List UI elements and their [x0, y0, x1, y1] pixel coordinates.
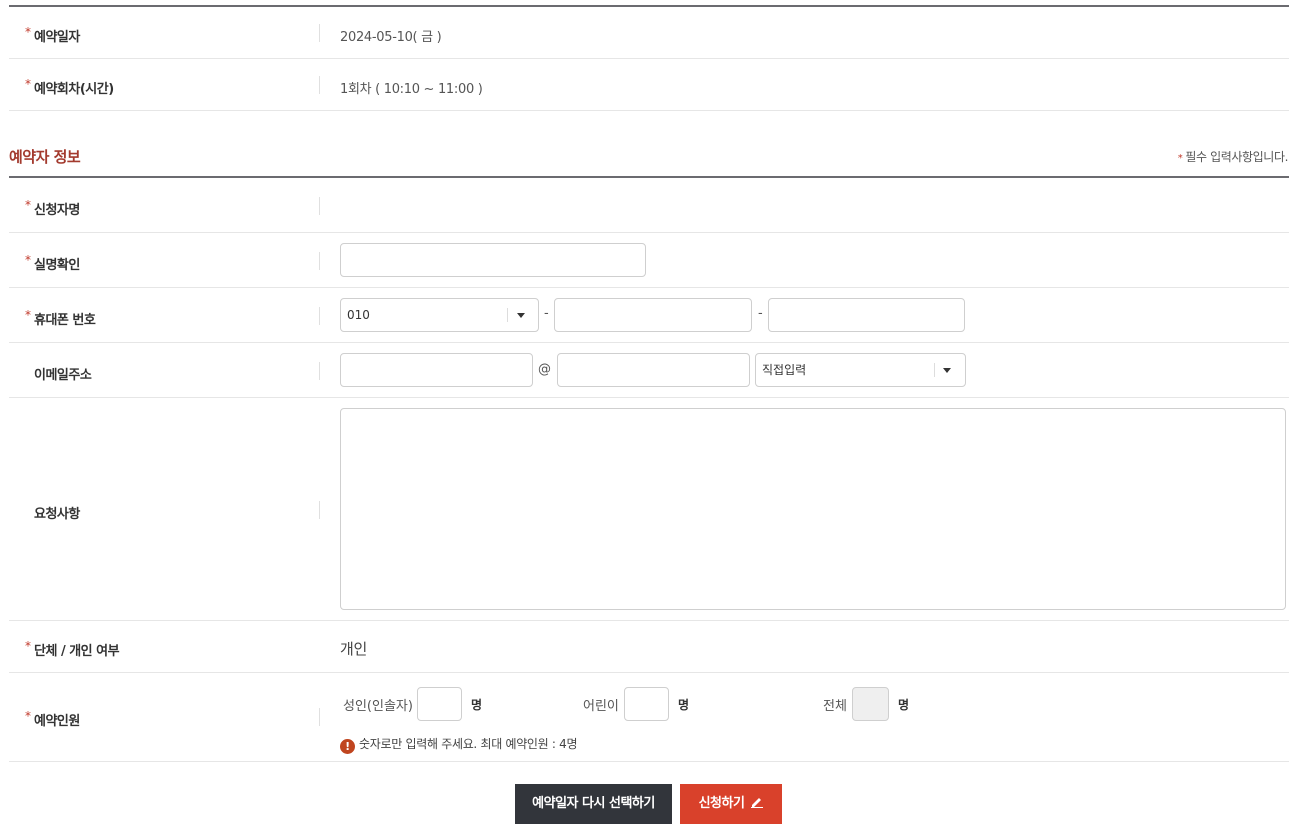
section-title: 예약자 정보 [9, 148, 81, 166]
total-label: 전체 [823, 699, 847, 714]
top-border [9, 5, 1289, 7]
request-textarea[interactable] [340, 408, 1286, 610]
row-divider [9, 761, 1289, 762]
row-divider [9, 58, 1289, 59]
people-notice-text: 숫자로만 입력해 주세요. 최대 예약인원 : 4명 [359, 737, 578, 751]
warning-icon: ! [340, 739, 355, 754]
required-mark: * [25, 25, 31, 39]
row-divider [9, 342, 1289, 343]
row-divider [9, 110, 1289, 111]
email-label: 이메일주소 [34, 368, 92, 383]
select-divider [507, 308, 508, 322]
email-domain-select[interactable]: 직접입력 [755, 353, 966, 387]
session-value: 1회차 ( 10:10 ~ 11:00 ) [340, 82, 483, 97]
required-mark: * [25, 253, 31, 267]
date-value: 2024-05-10( 금 ) [340, 30, 442, 45]
phone-dash: - [544, 306, 549, 321]
applicant-label: 신청자명 [34, 203, 80, 218]
phone-prefix-value: 010 [347, 308, 370, 322]
required-mark: * [25, 198, 31, 212]
required-mark: * [25, 77, 31, 91]
pencil-icon [751, 798, 764, 808]
row-divider [9, 232, 1289, 233]
required-note-text: 필수 입력사항입니다. [1185, 150, 1288, 164]
child-label: 어린이 [583, 699, 619, 714]
row-divider [9, 620, 1289, 621]
required-note: * 필수 입력사항입니다. [1177, 148, 1289, 165]
divider [319, 708, 320, 726]
divider [319, 362, 320, 380]
row-divider [9, 672, 1289, 673]
request-label: 요청사항 [34, 507, 80, 522]
row-divider [9, 397, 1289, 398]
reselect-date-button[interactable]: 예약일자 다시 선택하기 [515, 784, 672, 824]
required-mark: * [25, 709, 31, 723]
email-at: @ [538, 362, 551, 377]
select-divider [934, 363, 935, 377]
divider [319, 501, 320, 519]
adult-unit: 명 [471, 698, 483, 712]
total-count-input [852, 687, 889, 721]
divider [319, 197, 320, 215]
email-domain-input[interactable] [557, 353, 750, 387]
section-border [9, 176, 1289, 178]
email-domain-select-value: 직접입력 [762, 363, 807, 377]
email-id-input[interactable] [340, 353, 533, 387]
child-unit: 명 [678, 698, 690, 712]
phone-last-input[interactable] [768, 298, 965, 332]
adult-count-input[interactable] [417, 687, 462, 721]
realname-input[interactable] [340, 243, 646, 277]
phone-prefix-select[interactable]: 010 [340, 298, 539, 332]
divider [319, 76, 320, 94]
phone-middle-input[interactable] [554, 298, 752, 332]
adult-label: 성인(인솔자) [343, 699, 413, 714]
submit-label: 신청하기 [698, 796, 745, 811]
chevron-down-icon [517, 313, 525, 318]
people-label: 예약인원 [34, 714, 80, 729]
divider [319, 24, 320, 42]
realname-label: 실명확인 [34, 258, 80, 273]
child-count-input[interactable] [624, 687, 669, 721]
date-label: 예약일자 [34, 30, 80, 45]
required-mark: * [1177, 153, 1183, 164]
required-mark: * [25, 639, 31, 653]
divider [319, 252, 320, 270]
phone-label: 휴대폰 번호 [34, 313, 96, 328]
group-label: 단체 / 개인 여부 [34, 644, 120, 659]
total-unit: 명 [898, 698, 910, 712]
session-label: 예약회차(시간) [34, 82, 114, 97]
phone-dash: - [758, 306, 763, 321]
group-value: 개인 [340, 640, 368, 658]
required-mark: * [25, 308, 31, 322]
people-notice: ! 숫자로만 입력해 주세요. 최대 예약인원 : 4명 [340, 735, 578, 754]
divider [319, 307, 320, 325]
submit-button[interactable]: 신청하기 [680, 784, 782, 824]
row-divider [9, 287, 1289, 288]
chevron-down-icon [943, 368, 951, 373]
